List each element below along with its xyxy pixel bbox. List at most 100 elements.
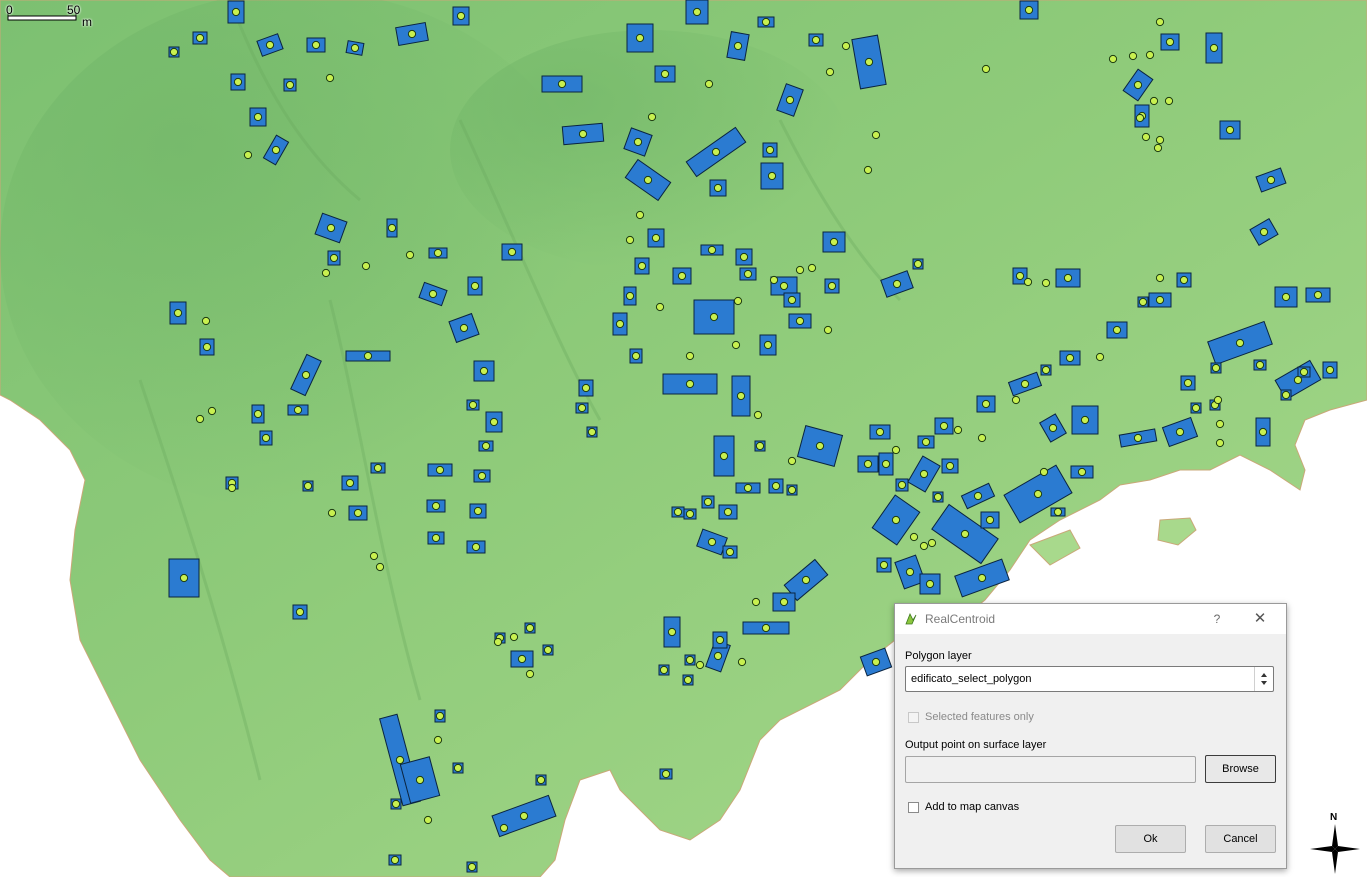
centroid-point xyxy=(578,129,588,139)
realcentroid-dialog: RealCentroid ? ✕ Polygon layer edificato… xyxy=(894,603,1287,869)
centroid-point xyxy=(769,275,779,285)
centroid-point xyxy=(1191,403,1201,413)
centroid-point xyxy=(1020,379,1030,389)
centroid-point xyxy=(715,635,725,645)
centroid-point xyxy=(468,400,478,410)
scale-end-label: 50 xyxy=(67,3,81,17)
output-path-field[interactable] xyxy=(905,756,1196,783)
help-button[interactable]: ? xyxy=(1209,610,1225,628)
centroid-point xyxy=(1155,135,1165,145)
centroid-point xyxy=(919,541,929,551)
centroid-point xyxy=(685,379,695,389)
polygon-layer-select[interactable]: edificato_select_polygon xyxy=(905,666,1274,692)
centroid-point xyxy=(1112,325,1122,335)
centroid-point xyxy=(233,77,243,87)
centroid-point xyxy=(695,660,705,670)
centroid-point xyxy=(713,651,723,661)
centroid-point xyxy=(1215,438,1225,448)
centroid-point xyxy=(1293,375,1303,385)
centroid-point xyxy=(479,366,489,376)
centroid-point xyxy=(1135,113,1145,123)
centroid-point xyxy=(761,623,771,633)
centroid-point xyxy=(231,7,241,17)
north-arrow: N xyxy=(1310,812,1360,874)
centroid-point xyxy=(753,410,763,420)
centroid-point xyxy=(673,507,683,517)
ok-button[interactable]: Ok xyxy=(1115,825,1186,853)
centroid-point xyxy=(433,248,443,258)
centroid-point xyxy=(827,281,837,291)
scale-start-label: 0 xyxy=(6,3,13,17)
centroid-point xyxy=(1259,227,1269,237)
centroid-point xyxy=(1138,297,1148,307)
close-button[interactable]: ✕ xyxy=(1251,609,1269,629)
centroid-point xyxy=(711,147,721,157)
centroid-point xyxy=(1153,143,1163,153)
centroid-point xyxy=(195,33,205,43)
centroid-point xyxy=(625,291,635,301)
centroid-point xyxy=(1033,489,1043,499)
centroid-point xyxy=(587,427,597,437)
centroid-point xyxy=(945,461,955,471)
centroid-point xyxy=(519,811,529,821)
centroid-point xyxy=(525,623,535,633)
centroid-point xyxy=(195,414,205,424)
centroid-point xyxy=(1015,271,1025,281)
centroid-point xyxy=(892,279,902,289)
centroid-point xyxy=(1011,395,1021,405)
centroid-point xyxy=(207,406,217,416)
centroid-point xyxy=(807,263,817,273)
centroid-point xyxy=(685,655,695,665)
centroid-point xyxy=(1325,365,1335,375)
add-to-map-checkbox[interactable] xyxy=(908,802,919,813)
compass-icon xyxy=(1310,824,1360,874)
centroid-point xyxy=(1041,278,1051,288)
centroid-point xyxy=(387,223,397,233)
centroid-point xyxy=(985,515,995,525)
dialog-titlebar[interactable]: RealCentroid ? ✕ xyxy=(895,604,1286,634)
centroid-point xyxy=(1266,175,1276,185)
centroid-point xyxy=(353,508,363,518)
centroid-point xyxy=(301,370,311,380)
centroid-point xyxy=(1155,17,1165,27)
centroid-point xyxy=(271,145,281,155)
centroid-point xyxy=(243,150,253,160)
centroid-point xyxy=(683,675,693,685)
selected-only-label: Selected features only xyxy=(925,711,1034,723)
selected-only-checkbox[interactable] xyxy=(908,712,919,723)
centroid-point xyxy=(643,175,653,185)
cancel-button[interactable]: Cancel xyxy=(1205,825,1276,853)
centroid-point xyxy=(737,657,747,667)
centroid-point xyxy=(879,560,889,570)
centroid-point xyxy=(1211,363,1221,373)
centroid-point xyxy=(1063,273,1073,283)
centroid-point xyxy=(897,480,907,490)
centroid-point xyxy=(736,391,746,401)
centroid-point xyxy=(405,250,415,260)
centroid-point xyxy=(391,799,401,809)
centroid-point xyxy=(329,253,339,263)
centroid-point xyxy=(919,469,929,479)
browse-button[interactable]: Browse xyxy=(1205,755,1276,783)
centroid-point xyxy=(369,551,379,561)
centroid-point xyxy=(525,669,535,679)
centroid-point xyxy=(977,433,987,443)
centroid-point xyxy=(471,542,481,552)
centroid-point xyxy=(829,237,839,247)
centroid-point xyxy=(981,399,991,409)
centroid-point xyxy=(977,573,987,583)
centroid-point xyxy=(295,607,305,617)
centroid-point xyxy=(202,342,212,352)
centroid-point xyxy=(733,296,743,306)
centroid-point xyxy=(375,562,385,572)
centroid-point xyxy=(1215,419,1225,429)
centroid-point xyxy=(825,67,835,77)
centroid-point xyxy=(543,645,553,655)
centroid-point xyxy=(1209,43,1219,53)
centroid-point xyxy=(1183,378,1193,388)
centroid-point xyxy=(363,351,373,361)
centroid-point xyxy=(1164,96,1174,106)
centroid-point xyxy=(581,383,591,393)
scale-bar: 0 50 m xyxy=(4,2,94,28)
centroid-point xyxy=(1080,415,1090,425)
